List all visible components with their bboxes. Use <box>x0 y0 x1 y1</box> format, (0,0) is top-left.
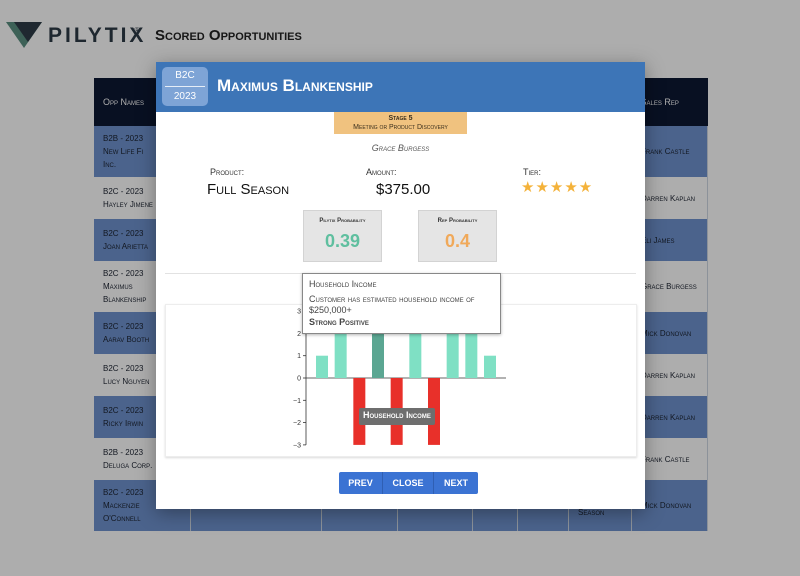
pilytix-probability-label: Pilytix Probability <box>319 218 366 224</box>
tooltip-description: Customer has estimated household income … <box>309 294 475 315</box>
rep-probability-label: Rep Probability <box>437 218 478 224</box>
chart-tooltip: Household Income Customer has estimated … <box>302 273 501 334</box>
chart-bar[interactable] <box>484 355 496 378</box>
y-tick-label: 3 <box>297 309 301 316</box>
close-button[interactable]: CLOSE <box>383 472 434 494</box>
chart-bar[interactable] <box>316 355 328 378</box>
sales-rep-name: Grace Burgess <box>371 143 430 153</box>
rep-probability-card: Rep Probability 0.4 <box>418 210 497 262</box>
pilytix-probability-card: Pilytix Probability 0.39 <box>303 210 382 262</box>
y-tick-label: −1 <box>293 398 301 405</box>
tier-label: Tier: <box>523 167 541 177</box>
y-tick-label: 2 <box>297 331 301 338</box>
y-tick-label: −3 <box>293 442 301 449</box>
prev-button[interactable]: PREV <box>339 472 383 494</box>
y-tick-label: 0 <box>297 376 301 383</box>
next-button[interactable]: NEXT <box>434 472 478 494</box>
pilytix-probability-value: 0.39 <box>324 231 361 251</box>
stage-badge: Stage 5 Meeting or Product Discovery <box>334 112 467 134</box>
tier-stars-icon: ★★★★★ <box>521 179 594 196</box>
segment-badge-text: B2C <box>175 70 195 81</box>
tooltip-title: Household Income <box>309 279 377 289</box>
product-label: Product: <box>210 167 245 177</box>
amount-label: Amount: <box>366 167 397 177</box>
badge-divider <box>165 86 205 87</box>
stage-description: Meeting or Product Discovery <box>353 124 448 131</box>
segment-year-badge: B2C 2023 <box>162 67 208 106</box>
opportunity-modal: B2C 2023 Maximus Blankenship Stage 5 Mee… <box>156 62 645 509</box>
y-tick-label: −2 <box>293 420 301 427</box>
y-tick-label: 1 <box>297 353 301 360</box>
modal-header: B2C 2023 Maximus Blankenship <box>156 62 645 112</box>
modal-nav-buttons: PREV CLOSE NEXT <box>339 472 478 494</box>
hovered-bar-label: Household Income <box>359 408 435 425</box>
rep-probability-value: 0.4 <box>444 231 471 251</box>
year-badge-text: 2023 <box>173 91 197 102</box>
stage-number: Stage 5 <box>388 115 413 122</box>
amount-value: $375.00 <box>376 181 431 198</box>
modal-title: Maximus Blankenship <box>217 76 373 95</box>
tooltip-impact: Strong Positive <box>309 317 369 327</box>
product-value: Full Season <box>207 181 290 198</box>
